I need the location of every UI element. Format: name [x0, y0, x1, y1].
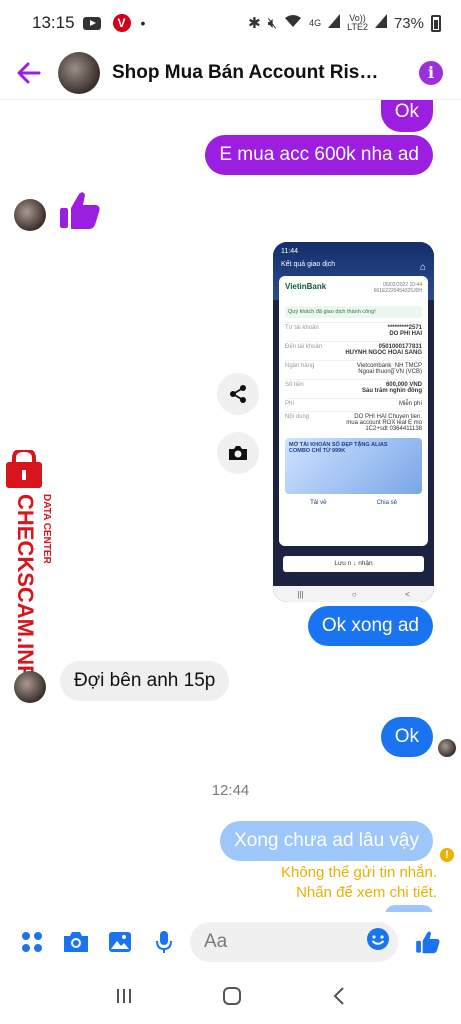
mute-icon: 🔇︎	[267, 14, 278, 32]
home-icon[interactable]	[222, 986, 242, 1011]
emoji-icon[interactable]	[366, 927, 390, 957]
error-line-2[interactable]: Nhấn để xem chi tiết.	[296, 884, 437, 901]
back-arrow-icon	[17, 62, 41, 83]
wifi-icon	[284, 14, 302, 32]
network-type: 4G	[309, 17, 322, 28]
back-button[interactable]	[0, 46, 58, 100]
receipt-ref: 661E2220454325J0H	[373, 288, 422, 294]
receipt-row: Ngân hàng Vietcombank_NH TMCP Ngoai thuon…	[285, 360, 422, 375]
app-notification-icon: V	[112, 14, 131, 32]
bluetooth-icon: ✱	[248, 15, 261, 32]
camera-icon[interactable]	[54, 920, 98, 964]
back-nav-icon[interactable]	[332, 986, 346, 1011]
error-line-1[interactable]: Không thể gửi tin nhắn.	[281, 864, 437, 881]
microphone-icon[interactable]	[142, 920, 186, 964]
receipt-navbar: ||| ○ <	[273, 586, 434, 602]
apps-icon[interactable]	[10, 920, 54, 964]
seen-avatar	[438, 739, 456, 757]
volte-label: Vo)) LTE2	[347, 13, 368, 32]
recent-apps-icon[interactable]	[115, 987, 133, 1010]
message-bubble[interactable]: Đợi bên anh 15p	[60, 661, 230, 701]
message-input[interactable]: Aa	[190, 922, 398, 962]
timestamp: 12:44	[211, 782, 250, 799]
share-icon	[230, 385, 246, 403]
status-time: 13:15	[32, 13, 75, 32]
receipt-row: Đến tài khoản 0501000177831 HUYNH NGOC HO…	[285, 341, 422, 356]
signal-icon-2	[374, 14, 387, 32]
signal-icon	[328, 14, 341, 32]
message-bubble[interactable]: Ok	[380, 717, 433, 757]
contact-avatar-small	[14, 199, 46, 231]
youtube-icon	[82, 16, 101, 30]
receipt-download: Tải về	[310, 500, 327, 506]
receipt-success-note: Quý khách đã giao dịch thành công!	[285, 306, 422, 318]
receipt-title: Kết quả giao dịch	[281, 261, 336, 268]
more-notifications-icon: •	[140, 15, 146, 31]
receipt-share: Chia sẻ	[376, 500, 397, 506]
watermark-line1: DATA CENTER	[41, 494, 52, 565]
receipt-home-icon: ⌂	[419, 262, 426, 273]
info-icon[interactable]: i	[419, 60, 443, 85]
receipt-screenshot[interactable]: 11:44 Kết quả giao dịch ⌂ VietinBank 05/…	[273, 242, 434, 602]
receipt-row: Nội dung DO PHI HAI Chuyen tien. mua acco…	[285, 411, 422, 432]
message-input-placeholder: Aa	[204, 931, 228, 952]
chat-header: Shop Mua Bán Account Rise... i	[0, 46, 461, 100]
receipt-row: Số tiền 600,000 VND Sáu trăm nghìn đồng	[285, 379, 422, 394]
error-icon[interactable]: !	[440, 848, 454, 862]
message-composer: Aa	[0, 912, 461, 972]
receipt-card: VietinBank 05/02/2022 10:44 661E22204543…	[279, 276, 428, 546]
receipt-actions: Tải về Chia sẻ	[285, 500, 422, 506]
battery-level: 73%	[393, 14, 424, 32]
bank-logo: VietinBank	[285, 282, 327, 291]
receipt-row: Từ tài khoản *********2571 DO PHI HAI	[285, 322, 422, 337]
failed-message-bubble[interactable]: Xong chưa ad lâu vậy	[220, 821, 433, 861]
receipt-status-time: 11:44	[281, 248, 298, 255]
status-bar: 13:15 V • ✱ 🔇︎ 4G Vo)) LTE2 73%	[0, 0, 461, 46]
chat-title[interactable]: Shop Mua Bán Account Rise...	[112, 62, 384, 84]
share-button[interactable]	[217, 373, 259, 415]
camera-icon	[229, 446, 247, 460]
like-button-icon[interactable]	[406, 920, 450, 964]
receipt-save-button: Lưu n ↓ nhận	[283, 556, 424, 572]
contact-avatar[interactable]	[58, 51, 100, 94]
contact-avatar-small	[14, 671, 46, 703]
system-navigation-bar	[0, 972, 461, 1024]
watermark-lock-icon: DATA CENTER CHECKSCAM.INFO	[6, 447, 52, 696]
watermark: DATA CENTER CHECKSCAM.INFO	[0, 447, 52, 696]
receipt-row: Phí Miễn phí	[285, 398, 422, 407]
battery-icon	[431, 14, 441, 32]
status-icons: ✱ 🔇︎ 4G Vo)) LTE2 73%	[248, 14, 441, 32]
thumbs-up-icon[interactable]	[58, 188, 102, 237]
camera-button[interactable]	[217, 432, 259, 474]
gallery-icon[interactable]	[98, 920, 142, 964]
watermark-line2: CHECKSCAM.INFO	[13, 494, 38, 680]
message-bubble[interactable]: Ok xong ad	[307, 606, 433, 646]
receipt-promo-banner: MỞ TÀI KHOẢN SỐ ĐẸP TẶNG ALIAS COMBO CHỈ…	[285, 438, 422, 494]
message-bubble[interactable]: E mua acc 600k nha ad	[205, 135, 433, 175]
